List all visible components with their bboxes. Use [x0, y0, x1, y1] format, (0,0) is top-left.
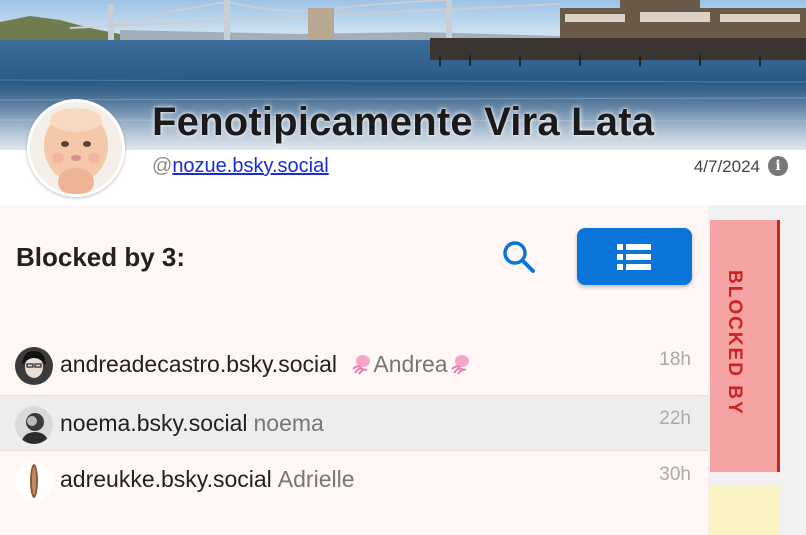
row-time: 30h [659, 464, 691, 485]
list-item[interactable]: noema.bsky.social noema 22h [0, 395, 708, 451]
octopus-emoji-icon [450, 355, 469, 375]
octopus-emoji-icon [352, 355, 371, 375]
tab-blocked-by-label: BLOCKED BY [724, 270, 745, 416]
user-avatar[interactable] [15, 347, 53, 385]
user-handle-text: noema.bsky.social [60, 410, 248, 436]
user-display-name: Adrielle [277, 466, 355, 492]
list-item[interactable]: andreadecastro.bsky.social Andrea 18h [0, 337, 708, 393]
list-item[interactable]: adreukke.bsky.social Adrielle 30h [0, 452, 708, 508]
profile-display-name: Fenotipicamente Vira Lata [152, 100, 655, 144]
profile-handle-link[interactable]: nozue.bsky.social [172, 155, 328, 177]
user-display-name-text: Andrea [373, 351, 448, 377]
user-handle-text: adreukke.bsky.social [60, 466, 272, 492]
baby-avatar-image [30, 102, 122, 194]
avatar-image [15, 462, 53, 500]
search-button[interactable] [500, 238, 538, 276]
user-handle-text: andreadecastro.bsky.social [60, 351, 337, 377]
user-avatar[interactable] [15, 462, 53, 500]
row-time: 22h [659, 408, 691, 429]
tab-secondary[interactable] [710, 486, 780, 535]
profile-handle: @nozue.bsky.social [152, 155, 329, 178]
avatar-image [15, 406, 53, 444]
user-avatar[interactable] [15, 406, 53, 444]
profile-date: 4/7/2024 [693, 157, 760, 176]
row-time: 18h [659, 349, 691, 370]
tab-blocked-by[interactable]: BLOCKED BY [710, 220, 780, 472]
user-display-name: noema [253, 410, 324, 436]
search-icon [503, 241, 535, 273]
user-handle: noema.bsky.social noema [60, 410, 324, 437]
panel-title: Blocked by 3: [16, 242, 186, 272]
info-icon[interactable]: i [768, 156, 788, 176]
handle-prefix: @ [152, 155, 173, 177]
avatar-image [15, 347, 53, 385]
user-handle: andreadecastro.bsky.social Andrea [60, 351, 472, 378]
list-view-button[interactable] [577, 228, 692, 285]
list-icon [617, 244, 651, 270]
profile-avatar[interactable] [27, 99, 125, 197]
user-handle: adreukke.bsky.social Adrielle [60, 466, 355, 493]
user-display-name: Andrea [349, 351, 471, 377]
